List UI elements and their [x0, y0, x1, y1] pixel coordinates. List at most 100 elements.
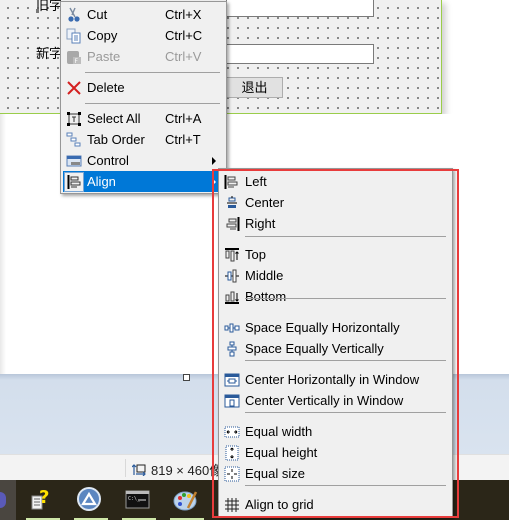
- grid-icon: [223, 496, 240, 513]
- menu-item-label: Middle: [245, 268, 284, 283]
- menu-separator: [245, 298, 446, 299]
- resize-canvas-icon: [132, 464, 146, 476]
- menu-separator: [85, 103, 220, 104]
- menu-item-paste[interactable]: F Paste Ctrl+V: [63, 46, 224, 67]
- menu-item-label: Top: [245, 247, 266, 262]
- align-left-icon: [64, 172, 84, 192]
- align-item-space-equally-horizontally[interactable]: Space Equally Horizontally: [221, 317, 450, 338]
- menu-item-label: Select All: [87, 111, 141, 126]
- form-textbox-old[interactable]: [226, 0, 374, 17]
- form-textbox-new[interactable]: [226, 44, 374, 64]
- copy-icon: [65, 27, 82, 44]
- align-item-equal-height[interactable]: Equal height: [221, 442, 450, 463]
- align-item-align-to-grid[interactable]: Align to grid: [221, 494, 450, 515]
- tab-order-icon: [65, 131, 82, 148]
- menu-item-label: Right: [245, 216, 276, 231]
- center-vertical-window-icon: [223, 392, 240, 409]
- menu-item-tab-order[interactable]: Tab Order Ctrl+T: [63, 129, 224, 150]
- menu-separator: [245, 412, 446, 413]
- menu-item-label: Copy: [87, 28, 118, 43]
- menu-item-shortcut: Ctrl+X: [165, 7, 202, 22]
- equal-size-icon: [223, 465, 240, 482]
- align-item-space-equally-vertically[interactable]: Space Equally Vertically: [221, 338, 450, 359]
- delete-x-icon: [65, 79, 82, 96]
- menu-item-label: Center: [245, 195, 285, 210]
- align-item-left[interactable]: Left: [221, 171, 450, 192]
- form-label-old[interactable]: 旧字: [36, 0, 62, 14]
- menu-item-label: Center Vertically in Window: [245, 393, 404, 408]
- taskbar-item-app-a[interactable]: [68, 480, 114, 520]
- align-center-icon: [223, 194, 240, 211]
- status-separator: [125, 459, 126, 477]
- context-menu: Cut Ctrl+X Copy Ctrl+C F Paste Ctrl+V De…: [60, 1, 227, 194]
- palette-icon: [173, 491, 198, 511]
- align-right-icon: [223, 215, 240, 232]
- menu-item-delete[interactable]: Delete: [63, 77, 224, 98]
- menu-item-label: Paste: [87, 49, 121, 64]
- menu-item-shortcut: Ctrl+T: [165, 132, 201, 147]
- scissors-icon: [65, 6, 82, 23]
- form-label-new[interactable]: 新字: [36, 43, 62, 62]
- menu-item-shortcut: Ctrl+V: [165, 49, 202, 64]
- align-item-middle[interactable]: Middle: [221, 265, 450, 286]
- submenu-arrow-icon: [212, 157, 216, 165]
- menu-item-align[interactable]: Align: [63, 171, 224, 192]
- menu-item-copy[interactable]: Copy Ctrl+C: [63, 25, 224, 46]
- svg-text:C:\_: C:\_: [128, 496, 141, 502]
- menu-separator: [85, 72, 220, 73]
- menu-item-label: Space Equally Vertically: [245, 341, 384, 356]
- menu-item-label: Equal size: [245, 466, 305, 481]
- svg-text:F: F: [74, 58, 78, 65]
- align-item-center-vertically-in-window[interactable]: Center Vertically in Window: [221, 390, 450, 411]
- menu-item-label: Bottom: [245, 289, 287, 304]
- exit-button[interactable]: 退出: [226, 77, 283, 98]
- circle-a-icon: [77, 487, 101, 511]
- menu-item-label: Left: [245, 174, 267, 189]
- align-item-center[interactable]: Center: [221, 192, 450, 213]
- menu-item-shortcut: Ctrl+A: [165, 111, 202, 126]
- align-item-equal-size[interactable]: Equal size: [221, 463, 450, 484]
- space-vertical-icon: [223, 340, 240, 357]
- control-icon: [65, 152, 82, 169]
- align-item-right[interactable]: Right: [221, 213, 450, 234]
- menu-item-label: Equal width: [245, 424, 313, 439]
- align-top-icon: [223, 246, 240, 263]
- menu-item-label: Equal height: [245, 445, 318, 460]
- align-item-center-horizontally-in-window[interactable]: Center Horizontally in Window: [221, 369, 450, 390]
- equal-width-icon: [223, 423, 240, 440]
- menu-separator: [245, 485, 446, 486]
- menu-item-label: Center Horizontally in Window: [245, 372, 420, 387]
- menu-item-label: Delete: [87, 80, 125, 95]
- terminal-icon: C:\_: [125, 490, 150, 509]
- center-horizontal-window-icon: [223, 371, 240, 388]
- taskbar-item-terminal[interactable]: C:\_: [116, 480, 162, 520]
- align-middle-icon: [223, 267, 240, 284]
- align-left-icon: [223, 173, 240, 190]
- menu-item-label: Space Equally Horizontally: [245, 320, 400, 335]
- app-icon: [0, 492, 6, 508]
- menu-item-shortcut: Ctrl+C: [165, 28, 203, 43]
- menu-item-cut[interactable]: Cut Ctrl+X: [63, 4, 224, 25]
- menu-item-control[interactable]: Control: [63, 150, 224, 171]
- taskbar-item-partial[interactable]: [0, 480, 16, 520]
- taskbar-item-paint[interactable]: [164, 480, 210, 520]
- menu-item-label: Align: [87, 174, 116, 189]
- taskbar-item-help[interactable]: ?: [20, 480, 66, 520]
- align-bottom-icon: [223, 288, 240, 305]
- canvas-resize-handle[interactable]: [183, 374, 190, 381]
- select-all-icon: [65, 110, 82, 127]
- align-item-bottom[interactable]: Bottom: [221, 286, 450, 307]
- paste-icon: F: [65, 48, 82, 65]
- canvas-shadow: [0, 114, 6, 374]
- menu-item-select-all[interactable]: Select All Ctrl+A: [63, 108, 224, 129]
- align-item-equal-width[interactable]: Equal width: [221, 421, 450, 442]
- space-horizontal-icon: [223, 319, 240, 336]
- align-submenu: Left Center Right Top Middle Bottom Space Equa…: [218, 168, 453, 518]
- menu-separator: [245, 360, 446, 361]
- help-document-icon: ?: [31, 487, 49, 510]
- align-item-top[interactable]: Top: [221, 244, 450, 265]
- equal-height-icon: [223, 444, 240, 461]
- menu-separator: [245, 236, 446, 237]
- menu-item-label: Tab Order: [87, 132, 145, 147]
- selection-handle[interactable]: [36, 9, 39, 13]
